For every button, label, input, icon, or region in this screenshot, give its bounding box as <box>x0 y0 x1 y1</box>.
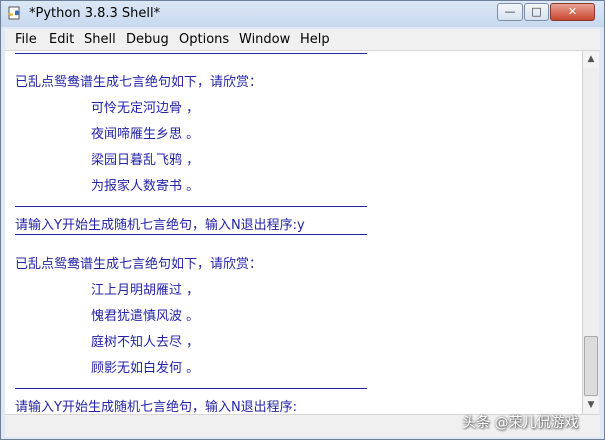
poem-line: 愧君犹遣慎风波 。 <box>91 309 200 324</box>
menu-help[interactable]: Help <box>300 32 330 47</box>
python-idle-icon <box>8 6 20 20</box>
poem-line: 为报家人数寄书 。 <box>91 179 200 194</box>
poem-line: 庭树不知人去尽 ， <box>91 335 200 350</box>
watermark-text: 头条 @荣儿侃游戏 <box>462 415 579 431</box>
menu-edit[interactable]: Edit <box>49 32 74 47</box>
separator-line <box>15 234 367 235</box>
shell-output-line: 已乱点鸳鸯谱生成七言绝句如下，请欣赏： <box>15 257 263 272</box>
menu-window[interactable]: Window <box>239 32 290 47</box>
input-prompt-line[interactable]: 请输入Y开始生成随机七言绝句，输入N退出程序: <box>15 396 297 414</box>
poem-line: 夜闻啼雁生乡思 。 <box>91 127 200 142</box>
vertical-scrollbar[interactable]: ▲ ▼ <box>582 51 599 414</box>
menu-options[interactable]: Options <box>179 32 229 47</box>
minimize-button[interactable]: — <box>497 3 523 21</box>
poem-line: 顾影无如白发何 。 <box>91 361 200 376</box>
maximize-button[interactable]: □ <box>524 3 549 21</box>
window-title: *Python 3.8.3 Shell* <box>29 6 161 21</box>
shell-output-line: 已乱点鸳鸯谱生成七言绝句如下，请欣赏： <box>15 75 263 90</box>
poem-line: 梁园日暮乱飞鸦 ， <box>91 153 200 168</box>
menu-file[interactable]: File <box>15 32 37 47</box>
poem-line: 可怜无定河边骨 ， <box>91 101 200 116</box>
shell-output-area[interactable]: 已乱点鸳鸯谱生成七言绝句如下，请欣赏： 可怜无定河边骨 ， 夜闻啼雁生乡思 。 … <box>5 51 582 414</box>
idle-shell-window: *Python 3.8.3 Shell* — □ ✕ File Edit She… <box>0 0 605 440</box>
separator-line <box>15 53 367 54</box>
scrollbar-thumb[interactable] <box>584 336 598 396</box>
scroll-down-icon[interactable]: ▼ <box>583 397 599 414</box>
separator-line <box>15 388 367 389</box>
scroll-up-icon[interactable]: ▲ <box>583 51 599 68</box>
close-button[interactable]: ✕ <box>550 3 595 21</box>
separator-line <box>15 206 367 207</box>
poem-line: 江上月明胡雁过 ， <box>91 283 200 298</box>
menu-debug[interactable]: Debug <box>126 32 169 47</box>
menu-shell[interactable]: Shell <box>84 32 116 47</box>
title-bar[interactable]: *Python 3.8.3 Shell* — □ ✕ <box>1 1 604 27</box>
menu-bar: File Edit Shell Debug Options Window Hel… <box>5 29 600 51</box>
input-prompt-line: 请输入Y开始生成随机七言绝句，输入N退出程序:y <box>15 218 305 233</box>
